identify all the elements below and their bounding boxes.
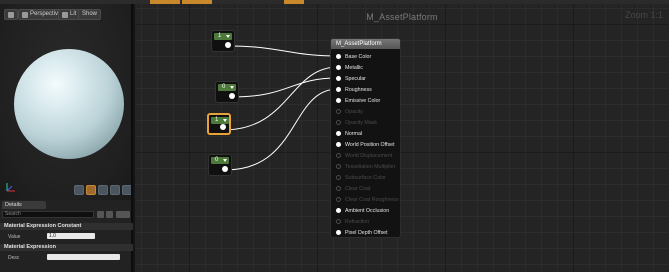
material-pin-label: Roughness [345,86,372,93]
show-button[interactable]: Show [78,9,102,20]
material-result-node[interactable]: M_AssetPlatform Base Color Metallic Specul… [330,38,401,238]
output-pin[interactable] [229,93,235,99]
constant-header: 0 [218,84,236,91]
constant-header: 1 [214,33,232,40]
material-pin-label: Normal [345,130,363,137]
material-node-title: M_AssetPlatform [331,39,400,49]
pin-connector-icon[interactable] [336,197,341,202]
viewport-menu-button[interactable] [4,9,18,20]
pin-connector-icon[interactable] [336,109,341,114]
details-search-input[interactable]: Search [2,211,94,218]
pin-connector-icon[interactable] [336,87,341,92]
material-pin-label: Specular [345,75,366,82]
axis-gizmo-icon [6,183,15,192]
material-pin-label: Refraction [345,218,370,225]
constant-node-selected[interactable]: 1 [207,113,231,135]
section-material-expression[interactable]: Material Expression [0,244,133,251]
eye-icon[interactable] [116,211,130,218]
constant-node[interactable]: 0 [208,154,232,176]
pin-connector-icon[interactable] [336,153,341,158]
pin-connector-icon[interactable] [336,65,341,70]
preview-cylinder-button[interactable] [74,185,84,195]
search-icon[interactable] [97,211,104,218]
pin-connector-icon[interactable] [336,219,341,224]
material-pin-label: Clear Coat [345,185,371,192]
material-editor: Perspective Lit Show Details Search Mate… [0,0,669,272]
pin-connector-icon[interactable] [336,230,341,235]
material-pin-label: Tessellation Multiplier [345,163,396,170]
material-pin[interactable]: Pixel Depth Offset [336,228,388,237]
material-pin[interactable]: Ambient Occlusion [336,206,389,215]
constant-node[interactable]: 0 [215,81,239,103]
desc-label: Desc [8,255,20,261]
material-pin-label: Opacity [345,108,363,115]
material-pin-label: Opacity Mask [345,119,378,126]
material-pin[interactable]: Specular [336,74,366,83]
material-pin-label: World Position Offset [345,141,395,148]
material-pin[interactable]: Clear Coat Roughness [336,195,399,204]
material-pin[interactable]: Subsurface Color [336,173,386,182]
preview-sphere [14,49,124,159]
grid-icon[interactable] [106,211,113,218]
material-pin-label: Subsurface Color [345,174,386,181]
material-pin[interactable]: Refraction [336,217,369,226]
material-pin-label: Ambient Occlusion [345,207,390,214]
value-input[interactable]: 1.0 [47,233,95,239]
preview-mesh-button[interactable] [122,185,131,195]
constant-header: 0 [211,157,229,164]
material-pin[interactable]: Clear Coat [336,184,370,193]
pin-connector-icon[interactable] [336,120,341,125]
pin-connector-icon[interactable] [336,164,341,169]
material-pin-label: Metallic [345,64,363,71]
lit-button[interactable]: Lit [58,9,81,20]
camera-icon [22,11,28,18]
preview-plane-button[interactable] [98,185,108,195]
output-pin[interactable] [225,42,231,48]
material-pin[interactable]: Opacity Mask [336,118,377,127]
graph-title: M_AssetPlatform [366,12,438,22]
material-pin-label: Pixel Depth Offset [345,229,388,236]
material-pin[interactable]: Opacity [336,107,363,116]
preview-cube-button[interactable] [110,185,120,195]
material-pin[interactable]: World Position Offset [336,140,395,149]
details-tab[interactable]: Details [2,201,46,209]
lighting-icon [62,11,68,18]
preview-sphere-button[interactable] [86,185,96,195]
zoom-label: Zoom 1:1 [624,10,663,20]
material-pin[interactable]: Emissive Color [336,96,380,105]
material-pin[interactable]: Normal [336,129,362,138]
pin-connector-icon[interactable] [336,54,341,59]
pin-connector-icon[interactable] [336,208,341,213]
output-pin[interactable] [222,166,228,172]
material-pin-label: World Displacement [345,152,393,159]
material-pin[interactable]: Base Color [336,52,371,61]
material-pin-label: Base Color [345,53,372,60]
pin-connector-icon[interactable] [336,142,341,147]
pin-connector-icon[interactable] [336,131,341,136]
material-pin[interactable]: World Displacement [336,151,392,160]
dropdown-arrow-icon [8,11,14,18]
lit-label: Lit [70,11,77,17]
preview-viewport[interactable]: Perspective Lit Show [0,4,133,200]
material-pin[interactable]: Metallic [336,63,363,72]
show-label: Show [82,11,98,17]
material-pin[interactable]: Tessellation Multiplier [336,162,395,171]
output-pin[interactable] [220,124,226,130]
section-material-expression-constant[interactable]: Material Expression Constant [0,223,133,230]
pin-connector-icon[interactable] [336,186,341,191]
material-pin[interactable]: Roughness [336,85,372,94]
pin-connector-icon[interactable] [336,76,341,81]
material-pin-label: Clear Coat Roughness [345,196,399,203]
constant-node[interactable]: 1 [211,30,235,52]
desc-input[interactable] [47,254,120,260]
pin-connector-icon[interactable] [336,98,341,103]
material-pin-label: Emissive Color [345,97,381,104]
perspective-label: Perspective [30,11,62,17]
pin-connector-icon[interactable] [336,175,341,180]
value-label: Value [8,234,21,240]
constant-header: 1 [211,117,229,124]
